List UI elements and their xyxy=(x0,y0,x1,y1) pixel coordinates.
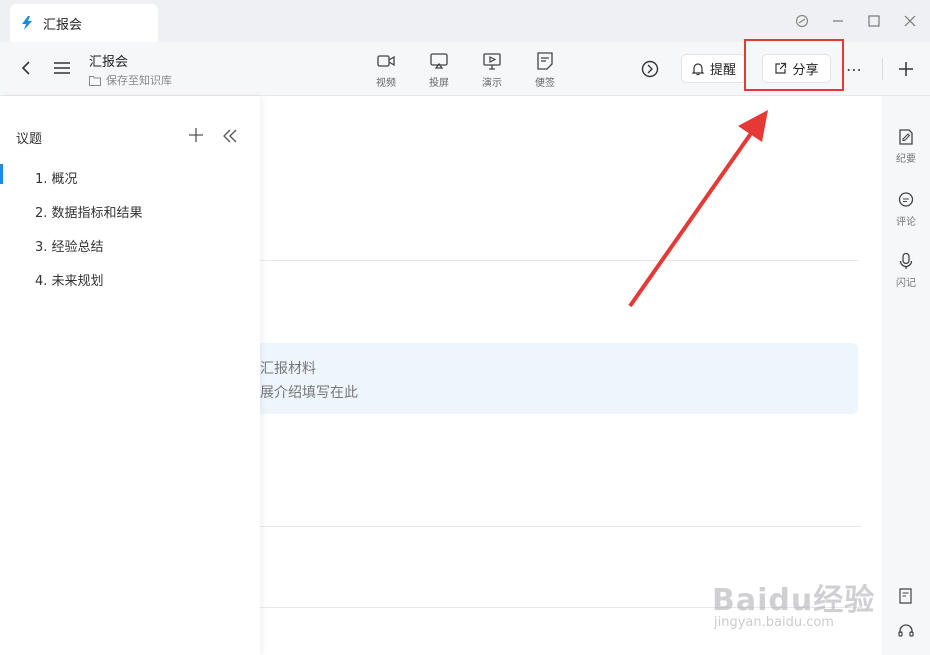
cast-button[interactable]: 投屏 xyxy=(424,51,454,89)
cast-label: 投屏 xyxy=(429,78,449,89)
agenda-item[interactable]: 2. 数据指标和结果 xyxy=(0,194,260,228)
more-icon[interactable]: ⋯ xyxy=(845,60,863,79)
agenda-sidebar: 议题 1. 概况 2. 数据指标和结果 3. 经验总结 4. 未来规划 xyxy=(0,96,260,655)
window-tab[interactable]: 汇报会 xyxy=(10,4,158,42)
sticky-note-icon xyxy=(537,52,553,70)
info-box[interactable]: 汇报材料 展介绍填写在此 xyxy=(260,343,858,414)
add-agenda-icon[interactable] xyxy=(187,126,205,144)
agenda-item-label: 3. 经验总结 xyxy=(35,239,104,255)
agenda-heading: 议题 xyxy=(16,132,43,147)
info-line-2: 展介绍填写在此 xyxy=(260,385,358,401)
minutes-icon xyxy=(899,129,913,145)
comment-label: 评论 xyxy=(896,217,916,228)
back-icon[interactable] xyxy=(16,58,36,78)
add-icon[interactable] xyxy=(896,59,916,79)
tab-title: 汇报会 xyxy=(43,17,83,33)
present-label: 演示 xyxy=(482,78,502,89)
watermark-logo-icon: Baidu经验 xyxy=(712,583,876,618)
info-line-1: 汇报材料 xyxy=(260,361,316,377)
app-logo-icon xyxy=(22,16,32,30)
comment-button[interactable]: 评论 xyxy=(882,191,930,228)
watermark-url: jingyan.baidu.com xyxy=(714,615,834,630)
remind-button[interactable]: 提醒 xyxy=(681,54,746,83)
watermark: Baidu经验 jingyan.baidu.com xyxy=(712,575,912,635)
maximize-icon[interactable] xyxy=(865,12,883,30)
agenda-list: 1. 概况 2. 数据指标和结果 3. 经验总结 4. 未来规划 xyxy=(0,160,260,296)
main-content: 汇报材料 展介绍填写在此 xyxy=(260,96,882,655)
sticky-note-button[interactable]: 便签 xyxy=(530,51,560,89)
share-highlight-box xyxy=(744,39,844,91)
bell-icon xyxy=(691,62,705,75)
video-button[interactable]: 视频 xyxy=(371,51,401,89)
agenda-item[interactable]: 1. 概况 xyxy=(0,160,260,194)
cast-icon xyxy=(430,53,448,69)
flash-note-button[interactable]: 闪记 xyxy=(882,252,930,289)
divider xyxy=(260,526,862,527)
minimize-icon[interactable] xyxy=(829,12,847,30)
comment-icon xyxy=(898,192,914,207)
toolbar-divider xyxy=(882,58,883,80)
agenda-item-label: 2. 数据指标和结果 xyxy=(35,205,143,221)
save-to-kb-link[interactable]: 保存至知识库 xyxy=(89,72,172,88)
video-label: 视频 xyxy=(376,78,396,89)
menu-icon[interactable] xyxy=(52,58,72,78)
sticky-note-label: 便签 xyxy=(535,78,555,89)
agenda-item-label: 4. 未来规划 xyxy=(35,273,104,289)
microphone-icon xyxy=(899,252,913,269)
present-button[interactable]: 演示 xyxy=(477,51,507,89)
agenda-item[interactable]: 4. 未来规划 xyxy=(0,262,260,296)
flash-note-label: 闪记 xyxy=(896,278,916,289)
timer-icon[interactable] xyxy=(640,59,660,79)
remind-label: 提醒 xyxy=(709,63,736,78)
agenda-item[interactable]: 3. 经验总结 xyxy=(0,228,260,262)
doc-title: 汇报会 xyxy=(89,55,129,70)
folder-icon xyxy=(89,75,101,86)
title-bar: 汇报会 xyxy=(0,0,930,42)
present-icon xyxy=(483,53,501,70)
save-to-kb-label: 保存至知识库 xyxy=(106,74,172,87)
agenda-item-label: 1. 概况 xyxy=(35,171,78,187)
minutes-label: 纪要 xyxy=(896,154,916,165)
close-icon[interactable] xyxy=(901,12,919,30)
video-icon xyxy=(377,55,395,67)
divider xyxy=(260,260,858,261)
right-panel: 纪要 评论 闪记 xyxy=(882,96,930,655)
minutes-button[interactable]: 纪要 xyxy=(882,128,930,165)
sync-icon[interactable] xyxy=(793,12,811,30)
collapse-icon[interactable] xyxy=(221,127,239,145)
